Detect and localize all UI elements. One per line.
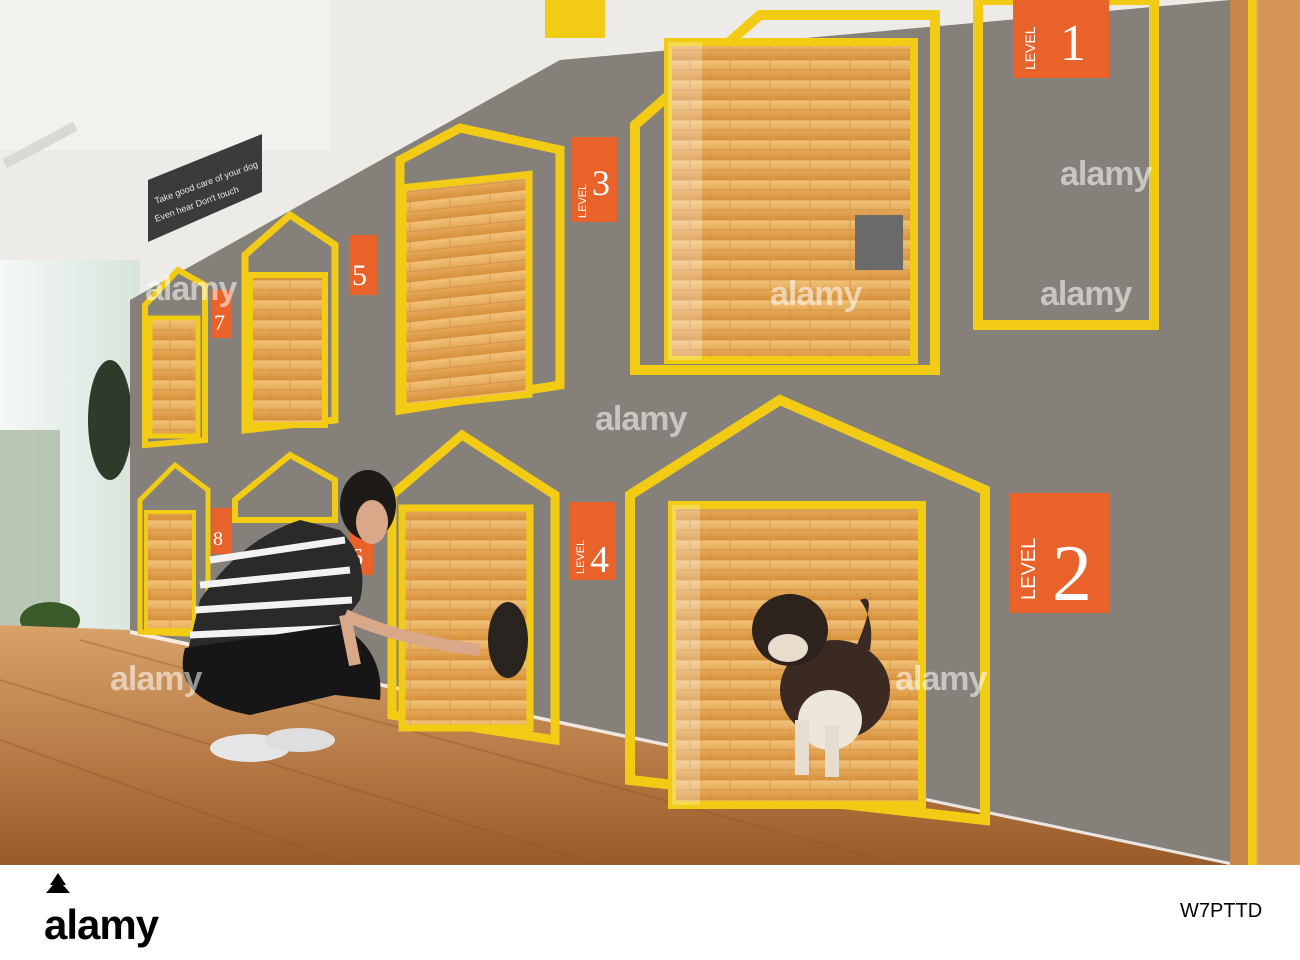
plant bbox=[88, 360, 132, 480]
watermark: alamy bbox=[770, 275, 862, 313]
badge-level-1: LEVEL 1 bbox=[1013, 0, 1109, 78]
watermark: alamy bbox=[1060, 155, 1152, 193]
badge-level-8: 8 bbox=[212, 508, 231, 554]
alamy-logo-icon bbox=[46, 873, 70, 893]
kennel-window-lower-8 bbox=[144, 510, 196, 632]
kennel-window-upper-5 bbox=[247, 272, 328, 428]
watermark: alamy bbox=[110, 660, 202, 698]
watermark: alamy bbox=[145, 270, 237, 308]
footer-svg: alamy W7PTTD bbox=[44, 873, 1262, 948]
svg-text:2: 2 bbox=[1052, 530, 1092, 618]
alamy-logo-text: alamy bbox=[44, 901, 160, 948]
kennel-window-upper-7 bbox=[147, 315, 201, 439]
svg-text:LEVEL: LEVEL bbox=[575, 540, 587, 574]
badge-level-2: LEVEL 2 bbox=[1010, 493, 1110, 618]
image-id: W7PTTD bbox=[1180, 900, 1262, 922]
svg-text:5: 5 bbox=[352, 259, 367, 292]
watermark: alamy bbox=[895, 660, 987, 698]
svg-text:8: 8 bbox=[213, 528, 223, 550]
watermark: alamy bbox=[595, 400, 687, 438]
badge-level-5: 5 bbox=[350, 235, 377, 295]
badge-level-4: LEVEL 4 bbox=[570, 502, 615, 581]
svg-text:4: 4 bbox=[590, 539, 609, 581]
footer-bar: alamy W7PTTD bbox=[0, 865, 1300, 955]
watermark: alamy bbox=[1040, 275, 1132, 313]
badge-level-3: LEVEL 3 bbox=[572, 137, 617, 222]
svg-text:LEVEL: LEVEL bbox=[1022, 26, 1038, 70]
svg-text:LEVEL: LEVEL bbox=[1018, 538, 1040, 600]
kennel-window-upper-3 bbox=[399, 170, 533, 412]
svg-text:1: 1 bbox=[1060, 15, 1086, 72]
svg-text:3: 3 bbox=[592, 163, 610, 203]
kennel-photo: LEVEL 1 LEVEL 3 LEVEL 2 LEVEL 4 5 7 6 bbox=[0, 0, 1300, 865]
svg-text:7: 7 bbox=[214, 310, 225, 335]
svg-text:LEVEL: LEVEL bbox=[577, 184, 589, 218]
